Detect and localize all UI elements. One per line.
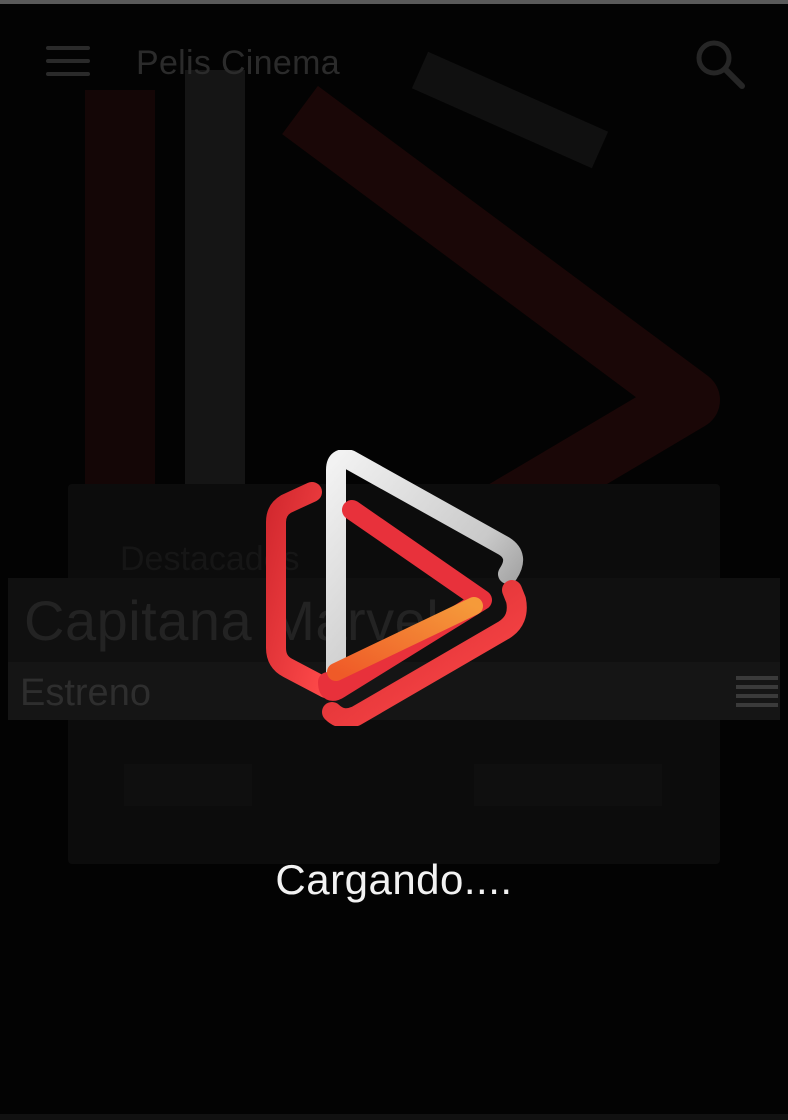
card-action-button-right[interactable] — [474, 764, 662, 806]
card-action-button-left[interactable] — [124, 764, 252, 806]
loading-text: Cargando.... — [275, 856, 513, 903]
hamburger-menu-icon[interactable] — [46, 46, 90, 78]
loading-screen: Pelis Cinema Destacados Capitana Marvel … — [0, 0, 788, 1120]
search-icon[interactable] — [692, 36, 748, 92]
list-icon[interactable] — [736, 676, 778, 707]
release-badge: Estreno — [20, 672, 151, 714]
app-title: Pelis Cinema — [136, 44, 340, 82]
play-logo-icon — [266, 450, 527, 726]
app-bar: Pelis Cinema — [0, 4, 788, 114]
bottom-edge — [0, 1114, 788, 1120]
